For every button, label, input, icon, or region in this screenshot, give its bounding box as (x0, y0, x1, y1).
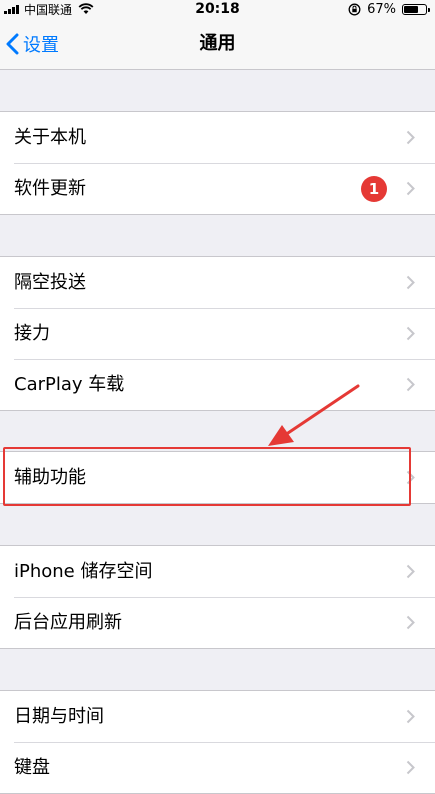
list-item-keyboard[interactable]: 键盘 (0, 742, 435, 793)
row-label: 日期与时间 (14, 706, 104, 727)
row-label: 软件更新 (14, 178, 86, 199)
chevron-right-icon (406, 760, 415, 775)
orientation-lock-icon (348, 3, 361, 15)
settings-group-storage: iPhone 储存空间 后台应用刷新 (0, 545, 435, 649)
battery-percent: 67% (367, 1, 396, 17)
list-item-airdrop[interactable]: 隔空投送 (0, 257, 435, 308)
page-title: 通用 (199, 33, 236, 54)
chevron-right-icon (406, 709, 415, 724)
list-item-iphone-storage[interactable]: iPhone 储存空间 (0, 546, 435, 597)
chevron-right-icon (406, 130, 415, 145)
status-bar-right: 67% (348, 0, 430, 18)
row-label: 隔空投送 (14, 272, 86, 293)
chevron-right-icon (406, 326, 415, 341)
row-label: 关于本机 (14, 127, 86, 148)
list-item-handoff[interactable]: 接力 (0, 308, 435, 359)
chevron-right-icon (406, 615, 415, 630)
navigation-bar: 设置 通用 (0, 18, 435, 70)
settings-group-about: 关于本机 软件更新 1 (0, 111, 435, 215)
highlight-box (3, 447, 411, 506)
row-label: 接力 (14, 323, 50, 344)
notification-badge: 1 (361, 176, 387, 202)
row-label: 键盘 (14, 757, 50, 778)
list-item-background-refresh[interactable]: 后台应用刷新 (0, 597, 435, 648)
settings-group-date-keyboard: 日期与时间 键盘 (0, 690, 435, 794)
status-bar: 中国联通 20:18 67% (0, 0, 435, 18)
chevron-right-icon (406, 181, 415, 196)
battery-icon (402, 3, 430, 15)
list-item-about[interactable]: 关于本机 (0, 112, 435, 163)
row-label: 后台应用刷新 (14, 612, 122, 633)
row-label: iPhone 储存空间 (14, 561, 153, 582)
chevron-right-icon (406, 564, 415, 579)
list-item-carplay[interactable]: CarPlay 车载 (0, 359, 435, 410)
list-item-software-update[interactable]: 软件更新 1 (0, 163, 435, 214)
chevron-right-icon (406, 275, 415, 290)
settings-group-connectivity: 隔空投送 接力 CarPlay 车载 (0, 256, 435, 411)
battery-level (404, 5, 419, 13)
row-label: CarPlay 车载 (14, 374, 125, 395)
list-item-date-time[interactable]: 日期与时间 (0, 691, 435, 742)
chevron-right-icon (406, 377, 415, 392)
